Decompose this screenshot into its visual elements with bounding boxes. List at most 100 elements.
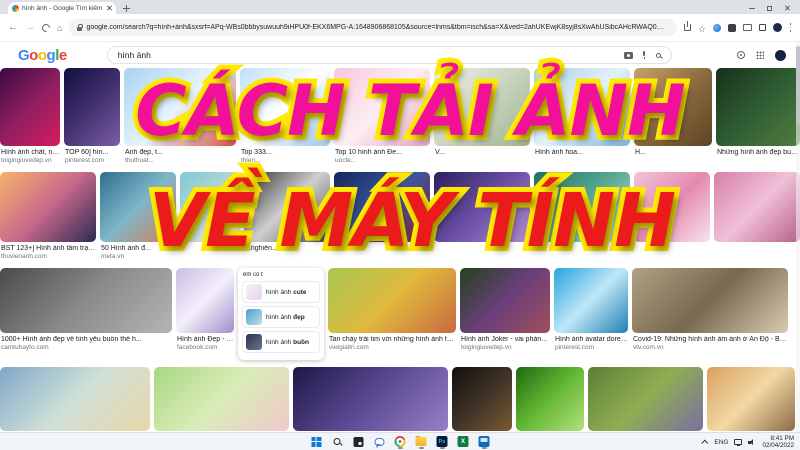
taskbar-search-icon[interactable]	[331, 434, 344, 450]
maximize-icon[interactable]	[767, 6, 772, 11]
image-thumbnail[interactable]	[334, 68, 430, 146]
result-source: meta.vn	[101, 253, 176, 261]
image-thumbnail[interactable]	[554, 268, 628, 333]
result-title[interactable]: Tan chảy trái tim với những hình ảnh thi…	[329, 336, 456, 344]
taskbar-chat-icon[interactable]	[373, 434, 386, 450]
image-thumbnail[interactable]	[293, 367, 448, 431]
result-title[interactable]: V...	[435, 149, 530, 157]
search-icon[interactable]	[656, 53, 661, 58]
image-thumbnail[interactable]	[634, 172, 710, 242]
taskbar-chrome-icon[interactable]	[394, 434, 407, 450]
menu-kebab-icon[interactable]	[789, 23, 792, 32]
result-title[interactable]: Hình ảnh Joker - vai phản diện ấn tượng …	[461, 336, 550, 344]
taskbar-file-explorer-icon[interactable]	[415, 434, 428, 450]
result-title[interactable]: BST 123+] Hình ảnh tâm trạng về tình yêu…	[1, 245, 96, 253]
result-title[interactable]: Hình ảnh Đẹp - Home | Facebook	[177, 336, 234, 344]
image-thumbnail[interactable]	[100, 172, 176, 242]
result-title[interactable]: Top 333...	[241, 149, 330, 157]
taskbar-monitor-app-icon[interactable]	[478, 434, 491, 450]
taskbar-clock[interactable]: 8:41 PM 02/04/2022	[762, 435, 794, 450]
image-thumbnail[interactable]	[434, 68, 530, 146]
image-thumbnail[interactable]	[716, 68, 800, 146]
new-tab-button[interactable]	[122, 4, 131, 13]
related-search-chip[interactable]: hình ảnh đẹp	[242, 306, 320, 328]
search-box[interactable]: hình ảnh	[107, 46, 672, 64]
home-icon[interactable]: ⌂	[57, 23, 62, 33]
extension-dark-icon[interactable]	[728, 24, 736, 32]
result-title[interactable]: Covid-19: Những hình ảnh ám ảnh ở Ấn Độ …	[633, 336, 788, 344]
camera-search-icon[interactable]	[624, 52, 633, 59]
settings-icon[interactable]	[737, 51, 745, 59]
network-icon[interactable]	[734, 439, 742, 445]
language-indicator[interactable]: ENG	[714, 439, 728, 446]
related-search-chip[interactable]: hình ảnh buồn	[242, 331, 320, 353]
image-thumbnail[interactable]: GIF	[240, 68, 330, 146]
result-title[interactable]: TOP 60] hìn...	[65, 149, 120, 157]
image-thumbnail[interactable]	[0, 367, 150, 431]
image-thumbnail[interactable]	[714, 172, 800, 242]
apps-grid-icon[interactable]	[756, 51, 764, 59]
result-title[interactable]: 1000+ Hình ảnh đẹp về tình yêu buồn thế …	[1, 336, 172, 344]
search-query[interactable]: hình ảnh	[118, 50, 616, 60]
result-title[interactable]: ...nghiên...	[245, 245, 330, 253]
image-thumbnail[interactable]	[124, 68, 236, 146]
close-icon[interactable]	[784, 5, 790, 11]
forward-icon[interactable]: →	[25, 23, 35, 33]
image-thumbnail[interactable]	[0, 172, 96, 242]
image-thumbnail[interactable]	[180, 172, 240, 242]
google-logo-letter: o	[38, 47, 47, 64]
image-thumbnail[interactable]	[452, 367, 512, 431]
reload-icon[interactable]	[40, 22, 51, 33]
image-thumbnail[interactable]	[632, 268, 788, 333]
image-thumbnail[interactable]	[460, 268, 550, 333]
image-thumbnail[interactable]	[434, 172, 530, 242]
image-thumbnail[interactable]	[534, 68, 630, 146]
taskbar-dark-app-icon[interactable]	[352, 434, 365, 450]
image-thumbnail[interactable]	[328, 268, 456, 333]
tab-close-icon[interactable]	[106, 5, 112, 11]
share-icon[interactable]	[684, 24, 691, 31]
result-title[interactable]: Ảnh đẹp, t...	[125, 149, 236, 157]
address-bar[interactable]: google.com/search?q=hình+ảnh&sxsrf=APq-W…	[69, 19, 676, 36]
result-title[interactable]: Những hình ảnh đẹp buồn ma...	[717, 149, 800, 157]
system-tray: ENG 8:41 PM 02/04/2022	[703, 433, 794, 450]
image-thumbnail[interactable]	[64, 68, 120, 146]
image-thumbnail[interactable]	[0, 268, 172, 333]
result-title[interactable]: H...	[635, 149, 712, 157]
image-thumbnail[interactable]	[0, 68, 60, 146]
image-thumbnail[interactable]	[534, 172, 630, 242]
result-title[interactable]: Top 10 hình ảnh Đe...	[335, 149, 430, 157]
image-thumbnail[interactable]	[516, 367, 584, 431]
bookmark-star-icon[interactable]	[698, 19, 706, 37]
related-search-chip[interactable]: hình ảnh cute	[242, 281, 320, 303]
image-thumbnail[interactable]	[334, 172, 430, 242]
image-thumbnail[interactable]	[154, 367, 289, 431]
scrollbar[interactable]	[796, 42, 800, 432]
extension-blue-icon[interactable]	[713, 24, 721, 32]
volume-icon[interactable]	[748, 438, 756, 446]
extension-square-icon[interactable]	[759, 24, 766, 31]
result-title[interactable]: Hình ảnh avatar doremon đẹp, cu...	[555, 336, 628, 344]
image-thumbnail[interactable]	[244, 172, 330, 242]
google-logo[interactable]: Google	[18, 47, 67, 64]
image-thumbnail[interactable]	[176, 268, 234, 333]
minimize-icon[interactable]	[749, 8, 755, 9]
scrollbar-thumb[interactable]	[796, 46, 800, 124]
chip-label: hình ảnh đẹp	[266, 314, 305, 321]
back-icon[interactable]: ←	[8, 23, 18, 33]
image-thumbnail[interactable]	[588, 367, 703, 431]
result-title[interactable]: Hình ảnh chất, ngầu, đ...	[1, 149, 60, 157]
taskbar-start-icon[interactable]	[310, 434, 323, 450]
account-avatar[interactable]	[775, 50, 786, 61]
profile-avatar[interactable]	[773, 23, 782, 32]
mic-icon[interactable]	[641, 51, 648, 59]
result-title[interactable]: 50 Hình ảnh đ...	[101, 245, 176, 253]
result-title[interactable]: Hình ảnh hoa...	[535, 149, 630, 157]
extension-tv-icon[interactable]	[743, 24, 752, 31]
image-thumbnail[interactable]	[707, 367, 795, 431]
browser-tab[interactable]: hình ảnh - Google Tìm kiếm	[8, 2, 116, 14]
taskbar-excel-icon[interactable]: X	[457, 434, 470, 450]
image-thumbnail[interactable]	[634, 68, 712, 146]
tray-chevron-icon[interactable]	[702, 439, 709, 446]
taskbar-photoshop-icon[interactable]: Ps	[436, 434, 449, 450]
